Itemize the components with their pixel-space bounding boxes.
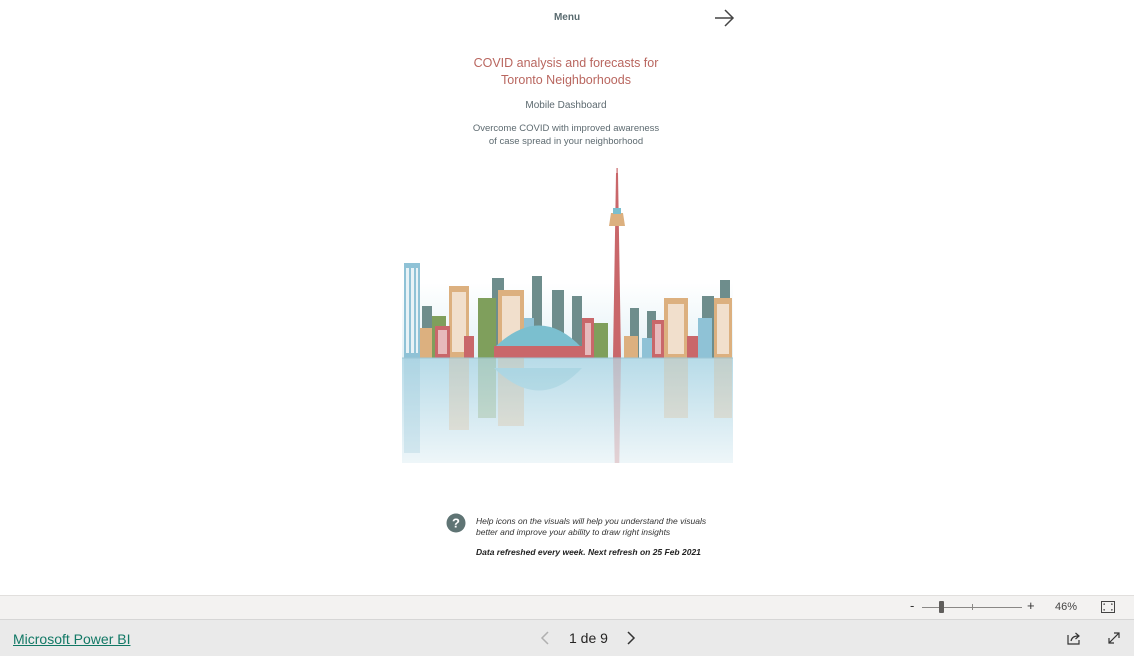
refresh-note: Data refreshed every week. Next refresh …: [476, 547, 701, 557]
zoom-percentage: 46%: [1055, 601, 1078, 613]
help-icon[interactable]: ?: [446, 513, 466, 533]
title-line-1: COVID analysis and forecasts for: [473, 56, 659, 70]
zoom-out-button[interactable]: -: [910, 598, 914, 613]
arrow-right-icon[interactable]: [712, 7, 736, 29]
share-icon[interactable]: [1066, 630, 1082, 646]
zoom-in-button[interactable]: +: [1027, 598, 1035, 613]
svg-text:?: ?: [452, 516, 460, 531]
tagline-line-2: of case spread in your neighborhood: [488, 136, 644, 147]
zoom-slider-midpoint: [972, 604, 973, 610]
help-note: Help icons on the visuals will help you …: [476, 516, 726, 538]
help-note-line-2: better and improve your ability to draw …: [476, 527, 671, 537]
report-subtitle: Mobile Dashboard: [525, 100, 607, 111]
tagline-line-1: Overcome COVID with improved awareness: [472, 123, 660, 134]
page-indicator: 1 de 9: [569, 630, 608, 646]
fit-page-icon[interactable]: [1101, 601, 1115, 613]
fullscreen-icon[interactable]: [1106, 630, 1122, 646]
report-tagline: Overcome COVID with improved awareness o…: [440, 122, 692, 148]
report-title: COVID analysis and forecasts for Toronto…: [440, 55, 692, 89]
menu-label[interactable]: Menu: [540, 12, 594, 23]
title-line-2: Toronto Neighborhoods: [501, 73, 631, 87]
chevron-right-icon[interactable]: [624, 629, 638, 647]
report-canvas: Menu COVID analysis and forecasts for To…: [0, 0, 1134, 595]
chevron-left-icon[interactable]: [538, 629, 552, 647]
zoom-bar: - + 46%: [0, 595, 1134, 619]
toronto-skyline-illustration: [402, 168, 733, 463]
help-note-line-1: Help icons on the visuals will help you …: [476, 516, 707, 526]
zoom-slider-thumb[interactable]: [939, 601, 944, 613]
footer-bar: Microsoft Power BI 1 de 9: [0, 619, 1134, 656]
power-bi-link[interactable]: Microsoft Power BI: [13, 631, 130, 647]
